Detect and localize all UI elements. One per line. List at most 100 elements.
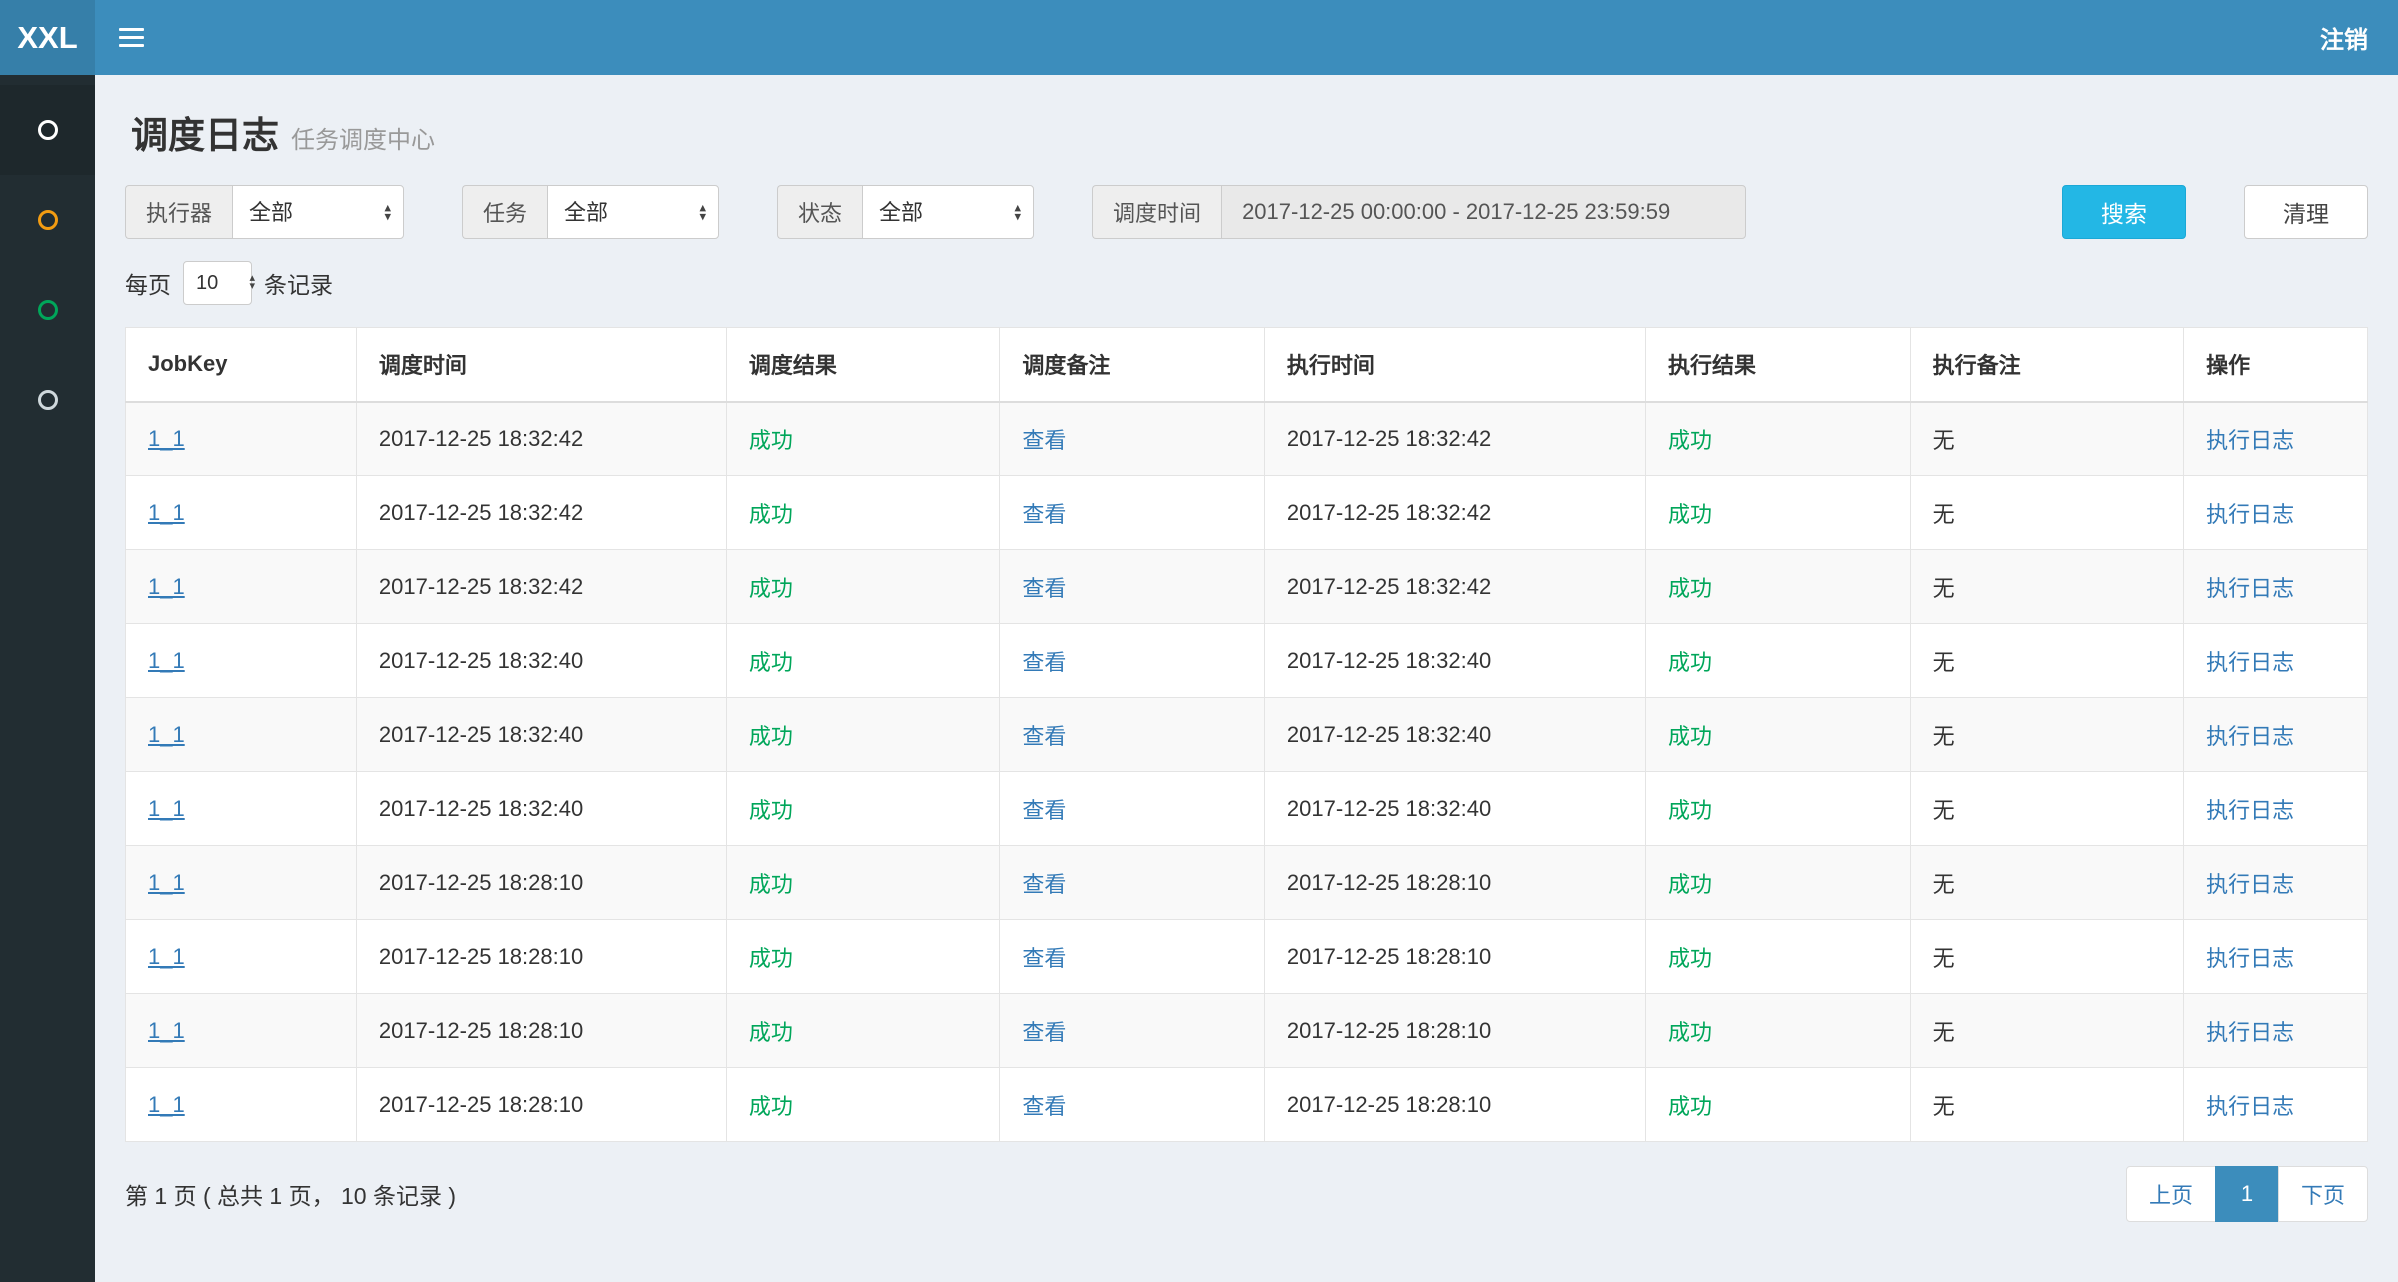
table-row: 1_1 2017-12-25 18:32:42 成功 查看 2017-12-25… [126,550,2368,624]
content-header: 调度日志 任务调度中心 [125,75,2368,181]
col-header-action: 操作 [2184,328,2368,402]
table-row: 1_1 2017-12-25 18:32:40 成功 查看 2017-12-25… [126,698,2368,772]
page-size-select[interactable]: 10 [183,261,252,305]
page-size-suffix-label: 条记录 [264,266,333,300]
jobkey-link[interactable]: 1_1 [148,1092,185,1117]
exec-log-link[interactable]: 执行日志 [2206,872,2294,897]
col-header-handle-time: 执行时间 [1264,328,1645,402]
trigger-result-cell: 成功 [726,846,1000,920]
table-row: 1_1 2017-12-25 18:32:42 成功 查看 2017-12-25… [126,402,2368,476]
app-logo[interactable]: XXL [0,0,95,75]
trigger-msg-view-link[interactable]: 查看 [1022,872,1066,897]
exec-log-link[interactable]: 执行日志 [2206,650,2294,675]
handle-result-cell: 成功 [1646,476,1911,550]
trigger-msg-view-link[interactable]: 查看 [1022,798,1066,823]
exec-log-link[interactable]: 执行日志 [2206,1020,2294,1045]
trigger-result-cell: 成功 [726,476,1000,550]
log-table: JobKey 调度时间 调度结果 调度备注 执行时间 执行结果 执行备注 操作 … [125,327,2368,1142]
exec-log-link[interactable]: 执行日志 [2206,798,2294,823]
sidebar-toggle-button[interactable] [95,0,167,75]
current-page-button[interactable]: 1 [2215,1166,2279,1222]
exec-log-link[interactable]: 执行日志 [2206,576,2294,601]
jobkey-link[interactable]: 1_1 [148,574,185,599]
handle-result-cell: 成功 [1646,550,1911,624]
handle-result-cell: 成功 [1646,402,1911,476]
jobkey-link[interactable]: 1_1 [148,796,185,821]
status-filter-group: 状态 全部 [777,185,1034,239]
exec-log-link[interactable]: 执行日志 [2206,1094,2294,1119]
jobkey-link[interactable]: 1_1 [148,648,185,673]
handle-time-cell: 2017-12-25 18:28:10 [1264,994,1645,1068]
jobkey-link[interactable]: 1_1 [148,1018,185,1043]
trigger-time-cell: 2017-12-25 18:28:10 [356,1068,726,1142]
executor-select[interactable]: 全部 [232,185,404,239]
trigger-time-cell: 2017-12-25 18:32:42 [356,550,726,624]
job-filter-group: 任务 全部 [462,185,719,239]
next-page-button[interactable]: 下页 [2278,1166,2368,1222]
handle-time-cell: 2017-12-25 18:28:10 [1264,920,1645,994]
handle-msg-cell: 无 [1910,920,2184,994]
trigger-msg-view-link[interactable]: 查看 [1022,502,1066,527]
circle-outline-icon [38,120,58,140]
trigger-msg-view-link[interactable]: 查看 [1022,946,1066,971]
page-size-select-wrap: 10 [171,261,264,305]
status-select[interactable]: 全部 [862,185,1034,239]
executor-filter-label: 执行器 [125,185,232,239]
col-header-trigger-time: 调度时间 [356,328,726,402]
jobkey-link[interactable]: 1_1 [148,426,185,451]
jobkey-link[interactable]: 1_1 [148,722,185,747]
handle-msg-cell: 无 [1910,772,2184,846]
trigger-msg-view-link[interactable]: 查看 [1022,724,1066,749]
search-button[interactable]: 搜索 [2062,185,2186,239]
sidebar-menu-item[interactable] [0,85,95,175]
handle-time-cell: 2017-12-25 18:32:40 [1264,772,1645,846]
handle-time-cell: 2017-12-25 18:28:10 [1264,846,1645,920]
handle-msg-cell: 无 [1910,402,2184,476]
table-row: 1_1 2017-12-25 18:28:10 成功 查看 2017-12-25… [126,846,2368,920]
trigger-time-cell: 2017-12-25 18:32:40 [356,772,726,846]
clear-button[interactable]: 清理 [2244,185,2368,239]
circle-outline-icon [38,210,58,230]
sidebar-menu-item[interactable] [0,265,95,355]
trigger-time-cell: 2017-12-25 18:28:10 [356,846,726,920]
trigger-msg-view-link[interactable]: 查看 [1022,576,1066,601]
trigger-result-cell: 成功 [726,994,1000,1068]
job-select-wrap: 全部 [547,185,719,239]
exec-log-link[interactable]: 执行日志 [2206,428,2294,453]
prev-page-button[interactable]: 上页 [2126,1166,2216,1222]
sidebar [0,75,95,1282]
trigger-msg-view-link[interactable]: 查看 [1022,1020,1066,1045]
trigger-msg-view-link[interactable]: 查看 [1022,650,1066,675]
filter-bar: 执行器 全部 任务 全部 状态 全部 调度时间 [125,185,2368,239]
trigger-result-cell: 成功 [726,402,1000,476]
executor-filter-group: 执行器 全部 [125,185,404,239]
trigger-time-filter-label: 调度时间 [1092,185,1221,239]
exec-log-link[interactable]: 执行日志 [2206,502,2294,527]
trigger-time-cell: 2017-12-25 18:32:42 [356,476,726,550]
jobkey-link[interactable]: 1_1 [148,500,185,525]
exec-log-link[interactable]: 执行日志 [2206,724,2294,749]
table-footer: 第 1 页 ( 总共 1 页， 10 条记录 ) 上页 1 下页 [125,1166,2368,1222]
trigger-time-range-input[interactable] [1221,185,1746,239]
trigger-time-cell: 2017-12-25 18:32:40 [356,698,726,772]
trigger-msg-view-link[interactable]: 查看 [1022,1094,1066,1119]
col-header-jobkey: JobKey [126,328,357,402]
handle-result-cell: 成功 [1646,698,1911,772]
table-row: 1_1 2017-12-25 18:32:42 成功 查看 2017-12-25… [126,476,2368,550]
trigger-msg-view-link[interactable]: 查看 [1022,428,1066,453]
sidebar-menu-item[interactable] [0,175,95,265]
handle-time-cell: 2017-12-25 18:32:42 [1264,402,1645,476]
trigger-result-cell: 成功 [726,772,1000,846]
page-size-prefix-label: 每页 [125,266,171,300]
job-filter-label: 任务 [462,185,547,239]
trigger-result-cell: 成功 [726,920,1000,994]
pagination: 上页 1 下页 [2126,1166,2368,1222]
jobkey-link[interactable]: 1_1 [148,944,185,969]
table-row: 1_1 2017-12-25 18:28:10 成功 查看 2017-12-25… [126,1068,2368,1142]
handle-time-cell: 2017-12-25 18:32:40 [1264,624,1645,698]
sidebar-menu-item[interactable] [0,355,95,445]
job-select[interactable]: 全部 [547,185,719,239]
jobkey-link[interactable]: 1_1 [148,870,185,895]
exec-log-link[interactable]: 执行日志 [2206,946,2294,971]
logout-link[interactable]: 注销 [2290,0,2398,75]
